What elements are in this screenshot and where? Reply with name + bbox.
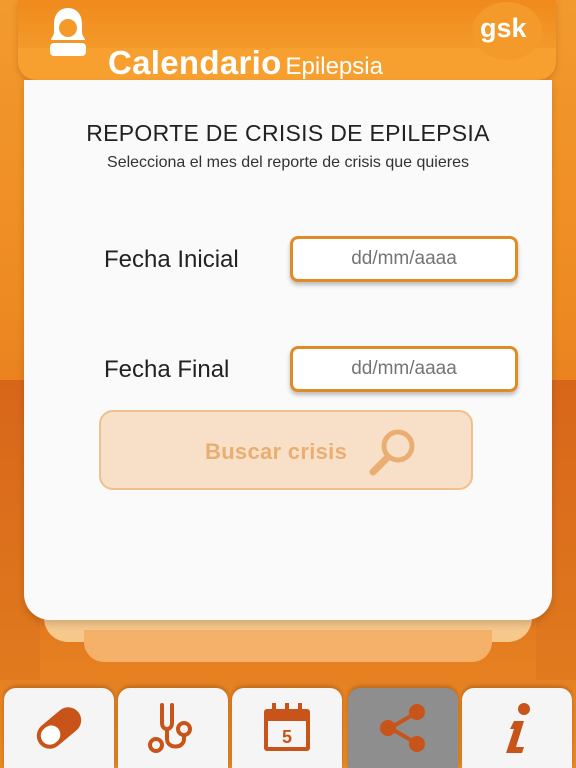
calendar-day: 5 xyxy=(282,727,292,747)
search-icon xyxy=(369,429,415,476)
tab-doctor[interactable] xyxy=(118,688,228,768)
tab-medication[interactable] xyxy=(4,688,114,768)
end-date-input[interactable] xyxy=(290,346,518,392)
end-date-label: Fecha Final xyxy=(104,356,230,383)
tab-calendar[interactable]: 5 xyxy=(232,688,342,768)
info-icon xyxy=(506,703,530,753)
logo-text: gsk xyxy=(480,13,527,43)
app-header: Calendario Epilepsia gsk xyxy=(18,0,556,80)
tab-share[interactable] xyxy=(348,688,458,768)
page-subtitle: Selecciona el mes del reporte de crisis … xyxy=(107,154,469,171)
pill-icon xyxy=(36,707,82,749)
stethoscope-icon xyxy=(148,703,192,753)
report-card: REPORTE DE CRISIS DE EPILEPSIA Seleccion… xyxy=(24,80,552,620)
bell-icon xyxy=(50,8,86,56)
brand-main: Calendario xyxy=(108,44,282,80)
search-crisis-button[interactable]: Buscar crisis xyxy=(99,410,473,490)
calendar-icon: 5 xyxy=(264,703,310,751)
tab-info[interactable] xyxy=(462,688,572,768)
app-title: Calendario Epilepsia xyxy=(108,44,383,80)
search-button-label: Buscar crisis xyxy=(205,439,348,464)
share-icon xyxy=(380,704,425,752)
page-title: REPORTE DE CRISIS DE EPILEPSIA xyxy=(86,120,490,146)
start-date-label: Fecha Inicial xyxy=(104,246,239,273)
gsk-logo: gsk xyxy=(472,2,542,60)
start-date-input[interactable] xyxy=(290,236,518,282)
brand-sub: Epilepsia xyxy=(285,53,383,80)
card-stack-layer-2 xyxy=(84,630,492,662)
